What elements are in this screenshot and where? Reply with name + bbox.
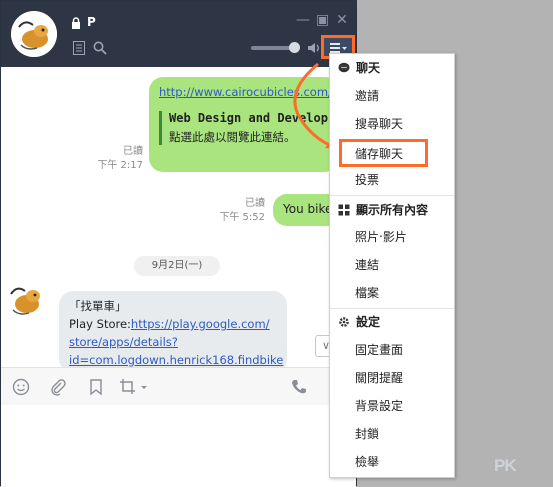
menu-item-poll[interactable]: 投票 <box>330 166 454 194</box>
link-preview[interactable]: Web Design and Develop... 點選此處以閱覽此連結。 <box>159 111 350 145</box>
notes-icon[interactable] <box>73 41 85 55</box>
crop-icon[interactable] <box>119 378 149 396</box>
menu-item-background[interactable]: 背景設定 <box>330 392 454 420</box>
received-message-bubble[interactable]: 「找單車」 Play Store:https://play.google.com… <box>59 291 287 373</box>
avatar-image <box>11 11 57 57</box>
window-controls: — ▣ ✕ <box>296 13 348 27</box>
menu-section-label: 聊天 <box>356 61 381 75</box>
menu-section-show-all: 顯示所有內容 <box>330 196 454 224</box>
chat-bubble-icon <box>338 62 350 73</box>
store-link-continued[interactable]: store/apps/details? <box>69 333 277 351</box>
chat-toolbar <box>1 367 356 405</box>
title-bar: P — ▣ ✕ <box>1 1 356 67</box>
menu-item-mute-notifications[interactable]: 關閉提醒 <box>330 364 454 392</box>
volume-knob[interactable] <box>289 42 301 53</box>
menu-item-block[interactable]: 封鎖 <box>330 420 454 448</box>
watermark-logo: PK <box>494 456 517 475</box>
call-icon[interactable] <box>290 378 308 396</box>
message-prefix: Play Store: <box>69 317 131 331</box>
menu-section-settings: 設定 <box>330 308 454 336</box>
grid-icon <box>338 204 350 216</box>
menu-section-chat: 聊天 <box>330 54 454 82</box>
message-meta: 已讀 下午 2:17 <box>89 145 143 173</box>
chat-name: P <box>87 15 96 29</box>
read-status: 已讀 <box>245 198 265 209</box>
attach-icon[interactable] <box>49 378 67 396</box>
link-message-bubble[interactable]: http://www.cairocubicles.com/ Web Design… <box>149 77 350 172</box>
lock-icon <box>72 17 80 29</box>
avatar[interactable] <box>11 11 57 57</box>
menu-item-invite[interactable]: 邀請 <box>330 82 454 110</box>
link-url[interactable]: http://www.cairocubicles.com/ <box>159 85 332 99</box>
timestamp: 下午 5:52 <box>219 212 265 223</box>
chat-menu-dropdown: 聊天 邀請 搜尋聊天 儲存聊天 投票 顯示所有內容 照片‧影片 連結 檔案 設定… <box>329 53 455 478</box>
menu-item-links[interactable]: 連結 <box>330 251 454 279</box>
gear-icon <box>339 317 349 327</box>
date-divider: 9月2日(一) <box>134 256 220 276</box>
menu-section-label: 設定 <box>356 315 381 329</box>
menu-item-save-chat[interactable]: 儲存聊天 <box>330 140 454 168</box>
menu-item-photos-videos[interactable]: 照片‧影片 <box>330 223 454 251</box>
timestamp: 下午 2:17 <box>97 160 143 171</box>
link-preview-description: 點選此處以閱覽此連結。 <box>169 130 296 144</box>
volume-fill <box>251 46 295 50</box>
message-line: Play Store:https://play.google.com/ <box>69 315 277 333</box>
menu-item-report[interactable]: 檢舉 <box>330 448 454 476</box>
maximize-icon[interactable]: ▣ <box>316 13 329 27</box>
minimize-icon[interactable]: — <box>296 13 310 27</box>
search-icon[interactable] <box>93 41 107 55</box>
read-status: 已讀 <box>123 146 143 157</box>
message-title: 「找單車」 <box>69 299 127 313</box>
speaker-icon[interactable] <box>307 41 321 55</box>
message-meta: 已讀 下午 5:52 <box>209 197 265 225</box>
chat-window: P — ▣ ✕ http://www.cairocubicles.com/ We… <box>0 0 357 487</box>
store-link[interactable]: https://play.google.com/ <box>131 317 270 331</box>
menu-item-search-chat[interactable]: 搜尋聊天 <box>330 110 454 138</box>
message-input-area[interactable] <box>1 405 356 487</box>
message-list[interactable]: http://www.cairocubicles.com/ Web Design… <box>1 67 356 373</box>
sender-avatar[interactable] <box>7 280 47 320</box>
bookmark-icon[interactable] <box>87 378 105 396</box>
volume-slider[interactable] <box>251 42 301 53</box>
menu-item-pin-screen[interactable]: 固定畫面 <box>330 336 454 364</box>
menu-section-label: 顯示所有內容 <box>356 203 429 217</box>
link-preview-title: Web Design and Develop... <box>169 111 350 125</box>
emoji-icon[interactable] <box>12 378 30 396</box>
close-icon[interactable]: ✕ <box>336 13 348 27</box>
menu-item-files[interactable]: 檔案 <box>330 279 454 307</box>
